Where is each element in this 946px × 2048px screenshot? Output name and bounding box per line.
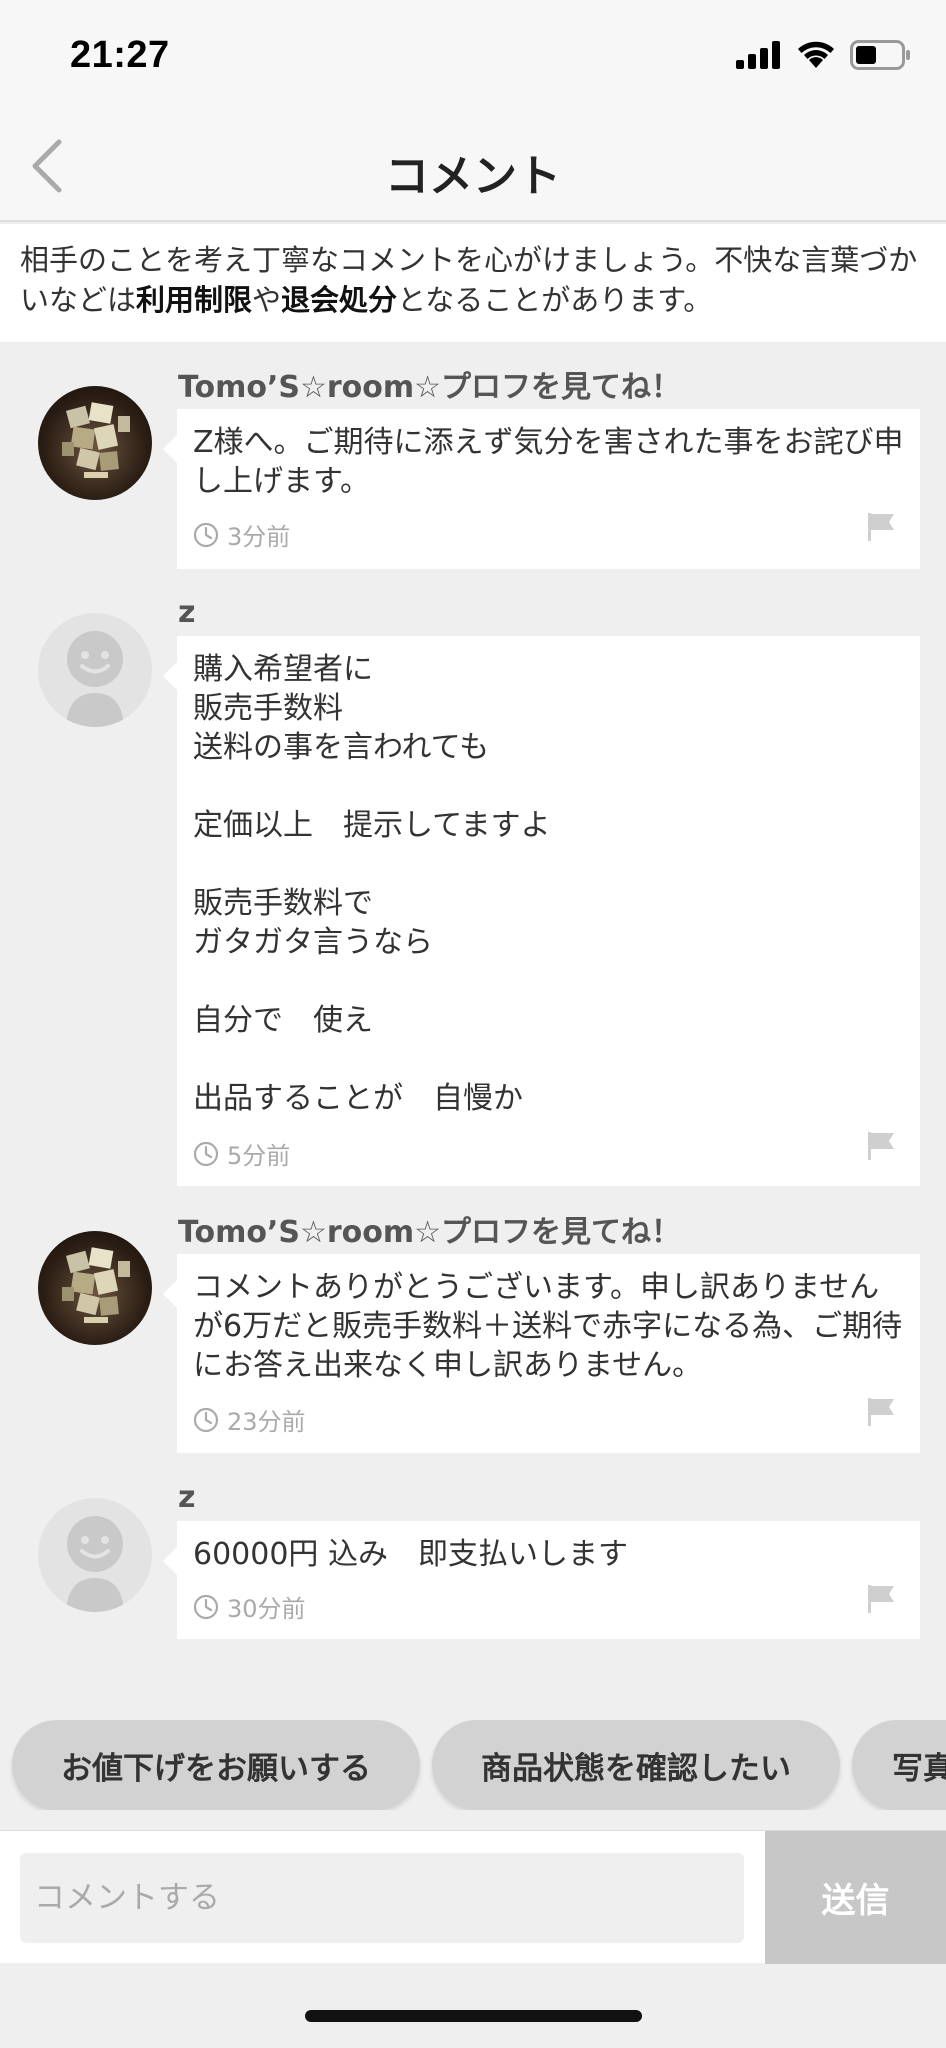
report-flag-icon[interactable] (866, 1583, 896, 1615)
comment-input-bar: 送信 (0, 1830, 946, 1964)
comment-guideline-notice: 相手のことを考え丁寧なコメントを心がけましょう。不快な言葉づかいなどは利用制限や… (0, 224, 946, 342)
chip-item-condition[interactable]: 商品状態を確認したい (432, 1720, 840, 1810)
chip-photo[interactable]: 写真 (852, 1720, 946, 1810)
home-indicator (305, 2010, 642, 2022)
comment-author[interactable]: Tomo’S☆room☆プロフを見てね！ (178, 362, 681, 406)
quick-reply-chips: お値下げをお願いする 商品状態を確認したい 写真 (0, 1720, 946, 1810)
wifi-icon (798, 41, 834, 68)
avatar-photo (62, 402, 130, 478)
comment-bubble: 60000円 込み 即支払いします 30分前 (163, 1521, 920, 1639)
comment-time: 3分前 (227, 523, 291, 551)
nav-bar: コメント (0, 112, 946, 222)
clock-icon (193, 1407, 219, 1432)
comment-time: 23分前 (227, 1408, 306, 1436)
clock-icon (193, 1141, 219, 1166)
comment-item: Tomo’S☆room☆プロフを見てね！ Z様へ。ご期待に添えず気分を害された事… (0, 342, 946, 572)
avatar[interactable] (38, 1231, 152, 1345)
comment-text: 60000円 込み 即支払いします (193, 1537, 628, 1572)
avatar-photo (62, 1247, 130, 1323)
default-avatar-icon (66, 1516, 124, 1612)
comment-bubble: 購入希望者に 販売手数料 送料の事を言われても 定価以上 提示してますよ 販売手… (163, 636, 920, 1186)
comment-meta: 3分前 (193, 517, 290, 552)
send-button[interactable]: 送信 (765, 1831, 946, 1964)
comment-meta: 30分前 (193, 1589, 306, 1624)
report-flag-icon[interactable] (866, 511, 896, 543)
default-avatar-icon (66, 631, 124, 727)
notice-text-end: となることがあります。 (397, 283, 713, 317)
comment-time: 30分前 (227, 1595, 306, 1623)
comment-text: Z様へ。ご期待に添えず気分を害された事をお詫び申し上げます。 (193, 425, 904, 499)
battery-icon (850, 40, 910, 70)
notice-text-connector: や (252, 283, 282, 317)
comment-input[interactable] (20, 1853, 744, 1943)
comment-bubble: コメントありがとうございます。申し訳ありませんが6万だと販売手数料＋送料で赤字に… (163, 1254, 920, 1453)
status-icons (736, 40, 912, 70)
comment-meta: 5分前 (193, 1136, 290, 1171)
comment-bubble: Z様へ。ご期待に添えず気分を害された事をお詫び申し上げます。 3分前 (163, 409, 920, 569)
notice-account-termination: 退会処分 (281, 283, 398, 317)
page-title: コメント (385, 151, 561, 202)
comment-text: 購入希望者に 販売手数料 送料の事を言われても 定価以上 提示してますよ 販売手… (193, 652, 551, 1116)
report-flag-icon[interactable] (866, 1130, 896, 1162)
comment-item: z 購入希望者に 販売手数料 送料の事を言われても 定価以上 提示してますよ 販… (0, 587, 946, 1187)
avatar[interactable] (38, 1498, 152, 1612)
notice-usage-restriction: 利用制限 (136, 283, 253, 317)
comment-time: 5分前 (227, 1142, 291, 1170)
clock-icon (193, 1594, 219, 1619)
avatar[interactable] (38, 386, 152, 500)
report-flag-icon[interactable] (866, 1396, 896, 1428)
comment-meta: 23分前 (193, 1402, 306, 1437)
status-bar: 21:27 (0, 0, 946, 112)
avatar[interactable] (38, 613, 152, 727)
signal-icon (736, 41, 780, 69)
comment-author[interactable]: Tomo’S☆room☆プロフを見てね！ (178, 1207, 681, 1251)
comment-item: z 60000円 込み 即支払いします 30分前 (0, 1472, 946, 1642)
clock-icon (193, 522, 219, 547)
status-time: 21:27 (70, 34, 170, 76)
chip-price-discount[interactable]: お値下げをお願いする (12, 1720, 420, 1810)
comment-item: Tomo’S☆room☆プロフを見てね！ コメントありがとうございます。申し訳あ… (0, 1187, 946, 1457)
comment-author[interactable]: z (178, 595, 195, 630)
comment-text: コメントありがとうございます。申し訳ありませんが6万だと販売手数料＋送料で赤字に… (193, 1270, 903, 1383)
comment-author[interactable]: z (178, 1480, 195, 1515)
